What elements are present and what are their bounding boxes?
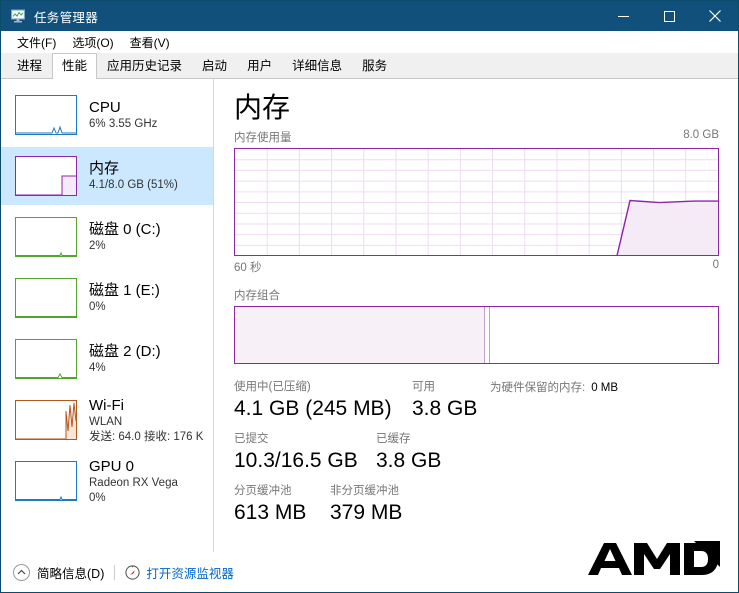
sidebar-item-sublabel: 6% 3.55 GHz [89,118,158,130]
sidebar-item-sublabel: 2% [89,240,106,252]
wifi-thumbnail-graph [15,400,77,440]
sidebar-item-disk-1[interactable]: 磁盘 1 (E:) 0% [1,269,213,327]
stat-hardware-reserved: 为硬件保留的内存: 0 MB [490,380,618,396]
sidebar-item-label: Wi-Fi [89,396,124,414]
cpu-thumbnail-graph [15,95,77,135]
amd-logo [584,539,722,586]
task-manager-monitor-icon [10,8,26,24]
stat-value: 0 MB [591,382,619,394]
tab-details[interactable]: 详细信息 [282,53,352,78]
stat-available: 可用 3.8 GB [412,380,484,422]
fewer-details-button[interactable]: 简略信息(D) [37,563,104,582]
open-resource-monitor-link[interactable]: 打开资源监视器 [146,563,234,582]
memory-detail-panel: 内存 内存使用量 8.0 GB 60 秒 0 内存组合 使用中(已压缩) 4.1… [214,79,738,552]
page-title: 内存 [234,92,291,123]
chevron-up-circle-icon[interactable] [13,564,30,581]
tab-startup[interactable]: 启动 [192,53,237,78]
graph-axis-labels: 60 秒 0 [234,259,719,275]
graph-max-label: 8.0 GB [683,129,719,141]
maximize-button[interactable] [646,1,692,31]
status-bar: 简略信息(D) 打开资源监视器 [1,541,738,592]
tab-bar: 进程 性能 应用历史记录 启动 用户 详细信息 服务 [1,53,738,79]
task-manager-window: 任务管理器 文件(F) 选项(O) 查看(V) 进程 性能 应用历史记录 启动 … [0,0,739,593]
stat-label: 为硬件保留的内存: [490,382,586,394]
footer-divider [114,565,116,580]
sidebar-item-sublabel-2: 0% [89,491,106,504]
disk1-thumbnail-graph [15,278,77,318]
title-bar: 任务管理器 [1,1,738,31]
stat-value: 613 MB [234,501,307,524]
memory-composition-divider-2 [489,307,491,363]
stat-row-2: 已提交 10.3/16.5 GB 已缓存 3.8 GB [234,432,719,474]
stat-value: 3.8 GB [412,397,478,420]
memory-composition-divider [483,307,485,363]
stat-label: 已缓存 [376,433,411,445]
memory-composition-bar[interactable] [234,306,719,364]
tab-processes[interactable]: 进程 [7,53,52,78]
sidebar-item-label: 磁盘 2 (D:) [89,343,161,360]
window-controls [600,1,738,31]
graph-header: 内存使用量 8.0 GB [234,129,719,145]
stat-label: 分页缓冲池 [234,485,292,497]
sidebar-item-sublabel: 0% [89,301,106,313]
stat-cached: 已缓存 3.8 GB [376,432,448,474]
sidebar-item-sublabel: 4% [89,362,106,374]
stat-row-3: 分页缓冲池 613 MB 非分页缓冲池 379 MB [234,484,719,526]
sidebar-item-sublabel: WLAN [89,415,123,428]
sidebar-item-label: 磁盘 0 (C:) [89,221,161,238]
memory-usage-graph[interactable] [234,148,719,256]
tab-performance[interactable]: 性能 [52,53,98,79]
sidebar-item-memory[interactable]: 内存 4.1/8.0 GB (51%) [1,147,213,205]
memory-thumbnail-graph [15,156,77,196]
sidebar-item-label: CPU [89,99,121,116]
window-title: 任务管理器 [34,10,99,25]
graph-series-memory [616,199,718,255]
stat-nonpaged-pool: 非分页缓冲池 379 MB [330,484,440,526]
sidebar-item-cpu[interactable]: CPU 6% 3.55 GHz [1,86,213,144]
disk0-thumbnail-graph [15,217,77,257]
memory-composition-label: 内存组合 [234,290,280,302]
stat-value: 4.1 GB (245 MB) [234,397,392,420]
minimize-button[interactable] [600,1,646,31]
tab-services[interactable]: 服务 [352,53,397,78]
stat-row-1: 使用中(已压缩) 4.1 GB (245 MB) 可用 3.8 GB 为硬件保留… [234,380,719,422]
stat-committed: 已提交 10.3/16.5 GB [234,432,376,474]
menu-item-file[interactable]: 文件(F) [9,32,64,53]
resource-sidebar: CPU 6% 3.55 GHz 内存 4.1/8.0 GB (51%) 磁盘 0… [1,79,214,552]
sidebar-item-wifi[interactable]: Wi-Fi WLAN 发送: 64.0 接收: 176 K [1,391,213,449]
tab-users[interactable]: 用户 [237,53,282,78]
sidebar-item-label: 内存 [89,160,120,177]
sidebar-item-sublabel-2: 发送: 64.0 接收: 176 K [89,430,204,443]
stat-label: 已提交 [234,433,269,445]
stat-value: 3.8 GB [376,449,442,472]
graph-time-label: 60 秒 [234,262,262,274]
stat-label: 可用 [412,381,435,393]
menu-bar: 文件(F) 选项(O) 查看(V) [1,31,738,53]
stat-label: 使用中(已压缩) [234,381,311,393]
disk2-thumbnail-graph [15,339,77,379]
stat-paged-pool: 分页缓冲池 613 MB [234,484,330,526]
sidebar-item-sublabel: 4.1/8.0 GB (51%) [89,179,178,191]
sidebar-item-disk-0[interactable]: 磁盘 0 (C:) 2% [1,208,213,266]
memory-statistics: 使用中(已压缩) 4.1 GB (245 MB) 可用 3.8 GB 为硬件保留… [234,380,719,526]
graph-zero-label: 0 [712,259,719,271]
memory-composition-in-use [235,307,484,363]
menu-item-view[interactable]: 查看(V) [122,32,178,53]
sidebar-item-label: GPU 0 [89,457,135,475]
close-button[interactable] [692,1,738,31]
sidebar-item-sublabel: Radeon RX Vega [89,476,178,489]
gpu0-thumbnail-graph [15,461,77,501]
sidebar-item-disk-2[interactable]: 磁盘 2 (D:) 4% [1,330,213,388]
stat-value: 379 MB [330,501,403,524]
stat-value: 10.3/16.5 GB [234,449,358,472]
graph-title-label: 内存使用量 [234,132,292,144]
stat-in-use: 使用中(已压缩) 4.1 GB (245 MB) [234,380,412,422]
performance-content: CPU 6% 3.55 GHz 内存 4.1/8.0 GB (51%) 磁盘 0… [1,79,738,552]
tab-app-history[interactable]: 应用历史记录 [97,53,192,78]
sidebar-item-label: 磁盘 1 (E:) [89,282,160,299]
menu-item-options[interactable]: 选项(O) [64,32,121,53]
stat-label: 非分页缓冲池 [330,485,399,497]
resource-monitor-icon [125,565,140,580]
sidebar-item-gpu-0[interactable]: GPU 0 Radeon RX Vega 0% [1,452,213,510]
